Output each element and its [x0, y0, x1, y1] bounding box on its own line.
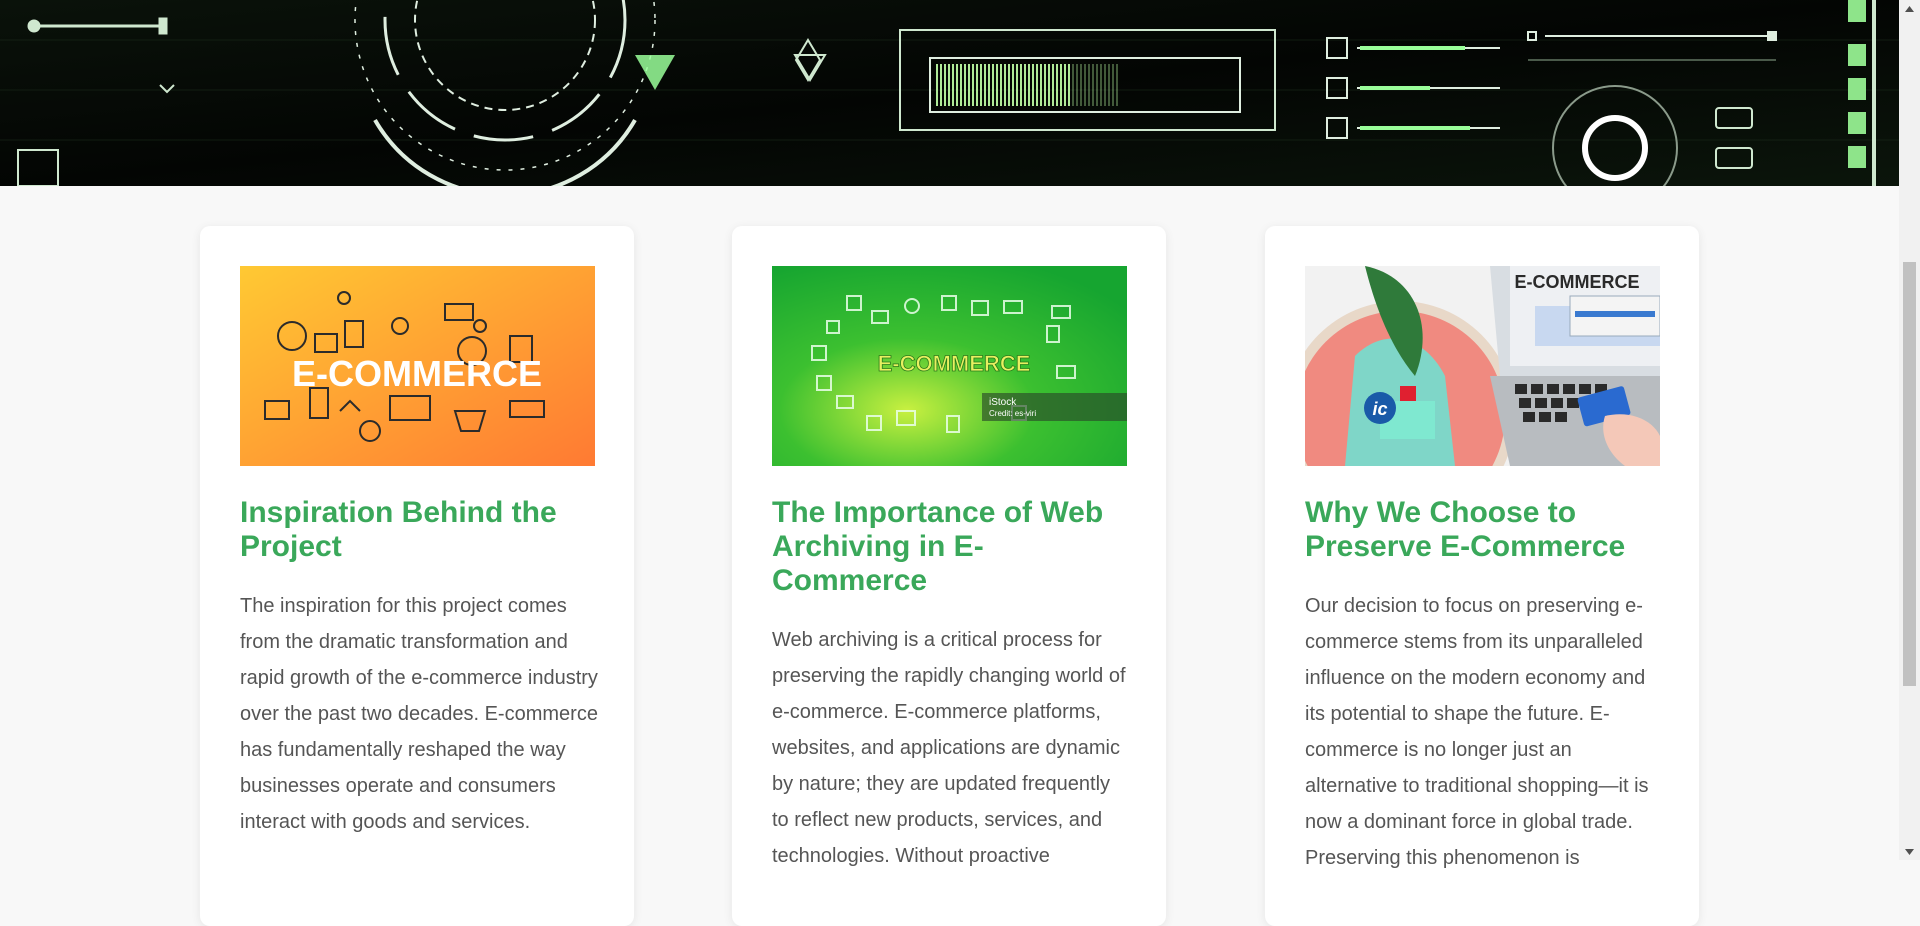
watermark-brand: iStock [989, 397, 1017, 408]
card-image-label: E-COMMERCE [1515, 272, 1640, 292]
card-web-archiving: E-COMMERCE iStock Credit: es-viri The Im… [732, 226, 1166, 926]
card-title: Inspiration Behind the Project [240, 496, 557, 563]
card-body: Our decision to focus on preserving e-co… [1305, 595, 1649, 869]
card-title: The Importance of Web Archiving in E-Com… [772, 496, 1104, 597]
badge-text: ic [1372, 399, 1387, 419]
card-body: Web archiving is a critical process for … [772, 629, 1126, 867]
card-body: The inspiration for this project comes f… [240, 595, 598, 833]
card-image-label: E-COMMERCE [292, 353, 542, 394]
card-title: Why We Choose to Preserve E-Commerce [1305, 496, 1626, 563]
watermark-credit: Credit: es-viri [989, 409, 1036, 418]
scroll-down-arrow-icon[interactable] [1899, 843, 1920, 860]
card-image-ecommerce-green: E-COMMERCE iStock Credit: es-viri [772, 266, 1127, 466]
vertical-scrollbar[interactable] [1899, 0, 1920, 860]
card-why-preserve: ic E-COMMERCE Why We Choose to Preserve … [1265, 226, 1699, 926]
cards-section: E-COMMERCE Inspiration Behind the Projec… [0, 0, 1899, 926]
card-image-label: E-COMMERCE [878, 351, 1031, 376]
card-image-ecommerce-orange: E-COMMERCE [240, 266, 595, 466]
card-inspiration: E-COMMERCE Inspiration Behind the Projec… [200, 226, 634, 926]
card-image-ecommerce-laptop: ic E-COMMERCE [1305, 266, 1660, 466]
scroll-up-arrow-icon[interactable] [1899, 0, 1920, 17]
scrollbar-thumb[interactable] [1903, 262, 1916, 686]
